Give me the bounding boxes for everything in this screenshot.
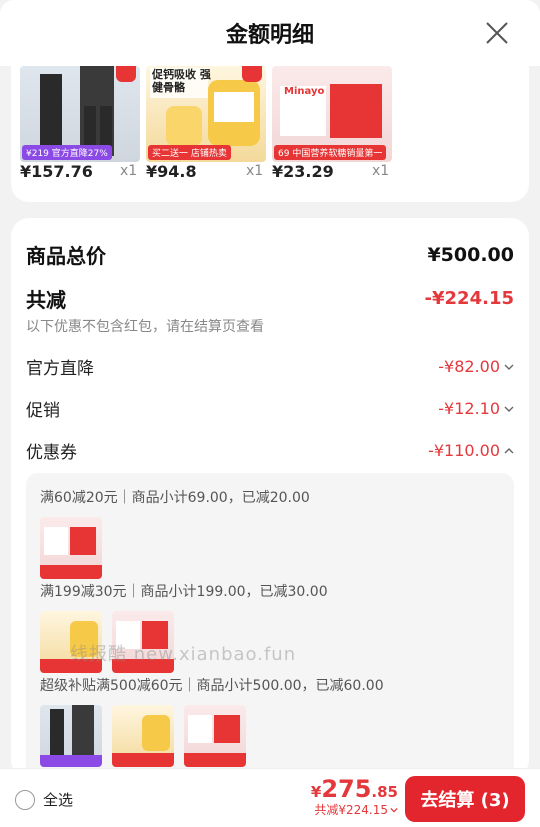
total-value: ¥500.00 [427, 243, 514, 266]
coupon-label: 优惠券 [26, 443, 77, 463]
official-drop-label: 官方直降 [26, 359, 94, 379]
chevron-down-icon [504, 406, 514, 412]
product-item[interactable]: Minayo 69 中国营养软糖销量第一 ¥23.29 x1 [272, 66, 392, 181]
product-qty: x1 [120, 163, 138, 179]
checkout-button[interactable]: 去结算 (3) [405, 776, 525, 822]
discount-label: 共减 [26, 288, 66, 312]
close-icon[interactable] [484, 20, 510, 46]
product-headline: 促钙吸收 强健骨骼 [152, 68, 211, 94]
amount-decimal: .85 [371, 783, 398, 801]
product-image: 促钙吸收 强健骨骼 买二送一 店铺热卖 [146, 66, 266, 162]
select-all-label: 全选 [43, 791, 74, 809]
discount-value: -¥224.15 [424, 288, 514, 309]
product-qty: x1 [372, 163, 390, 179]
product-price: ¥94.8 [146, 162, 197, 181]
coupon-row[interactable]: 优惠券 -¥110.00 [26, 438, 514, 463]
brand-label: Minayo [284, 86, 325, 97]
total-row: 商品总价 ¥500.00 [26, 240, 514, 269]
coupon-line: 满60减20元｜商品小计69.00，已减20.00 [40, 490, 310, 506]
official-drop-value[interactable]: -¥82.00 [438, 357, 514, 376]
coupon-thumbs [40, 517, 102, 579]
select-all-toggle[interactable]: 全选 [15, 789, 73, 810]
promo-tag: ¥219 官方直降27% [22, 145, 112, 160]
payable-total: ¥275.85 共减¥224.15 [311, 775, 398, 818]
coupon-value[interactable]: -¥110.00 [428, 441, 514, 460]
promotion-row[interactable]: 促销 -¥12.10 [26, 396, 514, 421]
promotion-value[interactable]: -¥12.10 [438, 399, 514, 418]
currency-symbol: ¥ [310, 783, 322, 801]
chevron-down-icon [390, 807, 398, 813]
amount-integer: 275 [321, 775, 372, 803]
promo-tag: 69 中国营养软糖销量第一 [274, 145, 387, 160]
product-qty: x1 [246, 163, 264, 179]
product-thumb [40, 705, 102, 767]
coupon-line: 满199减30元｜商品小计199.00，已减30.00 [40, 584, 328, 600]
product-image: ¥219 官方直降27% [20, 66, 140, 162]
coupon-thumbs [40, 705, 246, 767]
discount-note: 以下优惠不包含红包，请在结算页查看 [26, 319, 264, 335]
product-price: ¥157.76 [20, 162, 93, 181]
saved-amount[interactable]: 共减¥224.15 [311, 801, 398, 818]
favorite-badge-icon [242, 66, 262, 82]
official-drop-row[interactable]: 官方直降 -¥82.00 [26, 354, 514, 379]
product-thumb [40, 517, 102, 579]
promo-tag: 买二送一 店铺热卖 [148, 145, 231, 160]
product-thumb [40, 611, 102, 673]
modal-header: 金额明细 [0, 0, 540, 66]
product-thumb [112, 611, 174, 673]
product-item[interactable]: ¥219 官方直降27% ¥157.76 x1 [20, 66, 140, 181]
chevron-up-icon [504, 447, 514, 453]
product-thumb [112, 705, 174, 767]
checkout-bar: 全选 ¥275.85 共减¥224.15 去结算 (3) [0, 768, 540, 827]
coupon-line: 超级补贴满500减60元｜商品小计500.00，已减60.00 [40, 678, 384, 694]
chevron-down-icon [504, 364, 514, 370]
product-item[interactable]: 促钙吸收 强健骨骼 买二送一 店铺热卖 ¥94.8 x1 [146, 66, 266, 181]
coupon-details: 满60减20元｜商品小计69.00，已减20.00 满199减30元｜商品小计1… [26, 473, 514, 778]
product-strip: ¥219 官方直降27% ¥157.76 x1 促钙吸收 强健骨骼 买二送一 店… [11, 66, 529, 202]
product-image: Minayo 69 中国营养软糖销量第一 [272, 66, 392, 162]
total-label: 商品总价 [26, 244, 106, 268]
price-summary: 商品总价 ¥500.00 共减 -¥224.15 以下优惠不包含红包，请在结算页… [11, 218, 529, 778]
discount-row: 共减 -¥224.15 [26, 284, 514, 313]
product-price: ¥23.29 [272, 162, 334, 181]
favorite-badge-icon [116, 66, 136, 82]
coupon-thumbs [40, 611, 174, 673]
product-thumb [184, 705, 246, 767]
modal-title: 金额明细 [225, 23, 314, 48]
promotion-label: 促销 [26, 401, 60, 421]
radio-icon[interactable] [15, 789, 35, 810]
